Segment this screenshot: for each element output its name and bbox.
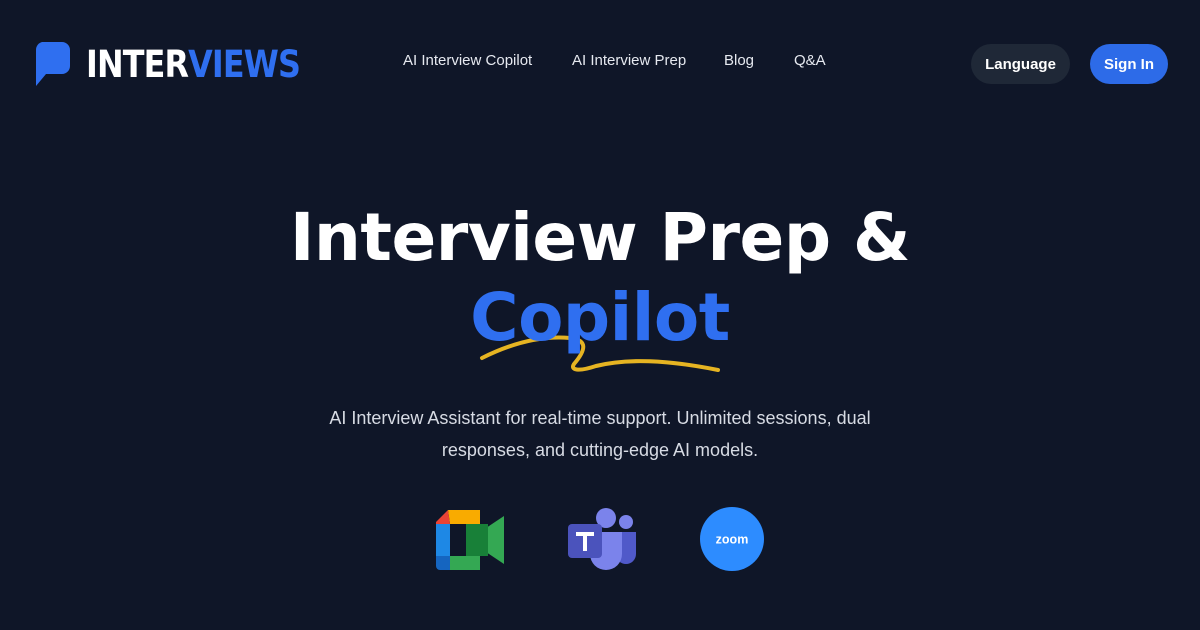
nav-link-ai-interview-prep[interactable]: AI Interview Prep bbox=[572, 52, 686, 69]
zoom-icon: zoom bbox=[700, 507, 764, 571]
landing-page: INTERVIEWS AI Interview Copilot AI Inter… bbox=[0, 0, 1200, 630]
zoom-icon-label: zoom bbox=[716, 533, 749, 547]
microsoft-teams-icon bbox=[568, 508, 636, 570]
hero-title-highlight-wrap: Copilot bbox=[0, 278, 1200, 378]
nav-link-ai-interview-copilot[interactable]: AI Interview Copilot bbox=[403, 52, 532, 69]
google-meet-icon bbox=[436, 510, 504, 570]
platform-logos: zoom bbox=[0, 504, 1200, 574]
language-button[interactable]: Language bbox=[971, 44, 1070, 84]
hero-title: Interview Prep & bbox=[289, 199, 911, 276]
nav-link-qa[interactable]: Q&A bbox=[794, 52, 826, 69]
hero-subtitle: AI Interview Assistant for real-time sup… bbox=[329, 408, 871, 460]
nav-link-blog[interactable]: Blog bbox=[724, 52, 754, 69]
sign-in-button[interactable]: Sign In bbox=[1090, 44, 1168, 84]
hero-title-highlight: Copilot bbox=[470, 279, 730, 356]
